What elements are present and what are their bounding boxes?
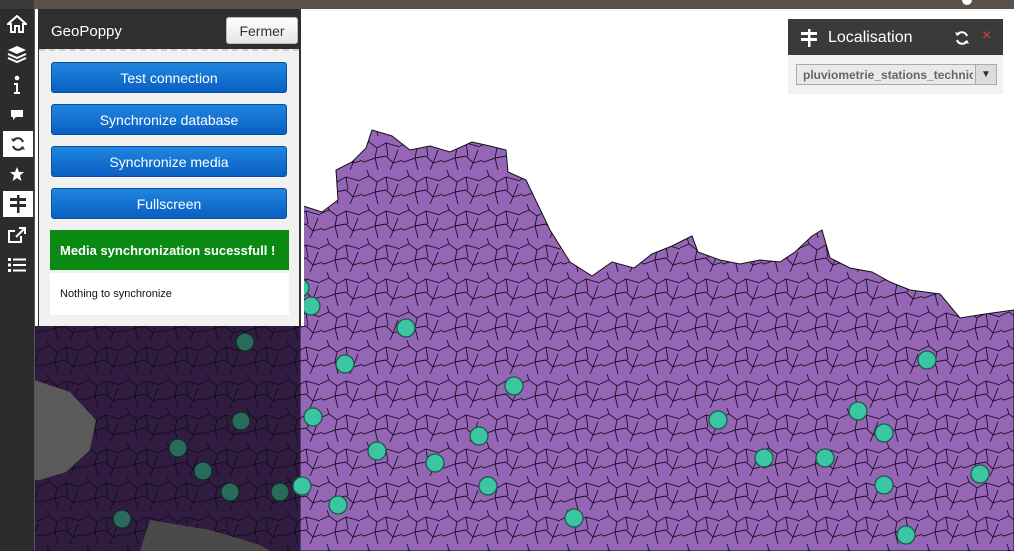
station-point[interactable] xyxy=(917,350,937,370)
comment-icon[interactable] xyxy=(3,102,31,128)
station-point[interactable] xyxy=(708,410,728,430)
synchronize-database-button[interactable]: Synchronize database xyxy=(51,104,287,135)
station-point[interactable] xyxy=(504,376,524,396)
station-point[interactable] xyxy=(896,525,916,545)
station-point[interactable] xyxy=(231,411,251,431)
station-point[interactable] xyxy=(874,475,894,495)
station-point[interactable] xyxy=(564,508,584,528)
signpost-icon[interactable] xyxy=(3,191,33,217)
fullscreen-button[interactable]: Fullscreen xyxy=(51,188,287,219)
layers-icon[interactable] xyxy=(3,41,31,67)
left-toolbar xyxy=(0,0,35,551)
station-point[interactable] xyxy=(367,441,387,461)
station-point[interactable] xyxy=(328,495,348,515)
station-point[interactable] xyxy=(301,296,321,316)
station-point[interactable] xyxy=(112,509,132,529)
station-point[interactable] xyxy=(425,453,445,473)
station-point[interactable] xyxy=(193,461,213,481)
station-point[interactable] xyxy=(220,482,240,502)
panel-body: Test connection Synchronize database Syn… xyxy=(39,49,299,326)
info-message: Nothing to synchronize xyxy=(50,273,289,315)
geopoppy-panel: GeoPoppy Fermer Test connection Synchron… xyxy=(38,9,304,326)
station-point[interactable] xyxy=(396,318,416,338)
station-point[interactable] xyxy=(754,448,774,468)
test-connection-button[interactable]: Test connection xyxy=(51,62,287,93)
synchronize-media-button[interactable]: Synchronize media xyxy=(51,146,287,177)
station-point[interactable] xyxy=(478,476,498,496)
list-icon[interactable] xyxy=(3,252,31,278)
station-point[interactable] xyxy=(235,332,255,352)
sync-icon[interactable] xyxy=(3,131,33,157)
refresh-icon[interactable] xyxy=(954,30,970,51)
localisation-dock: Localisation × pluviometrie_stations_tec… xyxy=(788,19,1003,94)
panel-title: GeoPoppy xyxy=(51,23,122,40)
success-message: Media synchronization sucessfull ! xyxy=(50,230,289,270)
close-button[interactable]: Fermer xyxy=(226,17,298,44)
station-point[interactable] xyxy=(874,423,894,443)
station-point[interactable] xyxy=(335,354,355,374)
layer-select-value: pluviometrie_stations_technicentre xyxy=(803,68,973,82)
signpost-icon xyxy=(800,28,818,53)
station-point[interactable] xyxy=(848,401,868,421)
station-point[interactable] xyxy=(292,476,312,496)
share-icon[interactable] xyxy=(3,222,31,248)
star-icon[interactable] xyxy=(3,161,31,187)
station-point[interactable] xyxy=(815,448,835,468)
station-point[interactable] xyxy=(970,464,990,484)
station-point[interactable] xyxy=(469,426,489,446)
localisation-title: Localisation xyxy=(828,29,913,46)
layer-select[interactable]: pluviometrie_stations_technicentre ▼ xyxy=(796,64,997,85)
toolbar-top-strip xyxy=(0,0,34,9)
region-polygon xyxy=(299,129,1014,551)
close-icon[interactable]: × xyxy=(982,27,991,45)
station-point[interactable] xyxy=(303,407,323,427)
station-point[interactable] xyxy=(168,438,188,458)
home-icon[interactable] xyxy=(3,11,31,37)
chevron-down-icon[interactable]: ▼ xyxy=(975,65,996,84)
localisation-header: Localisation × xyxy=(788,19,1003,55)
basemap-strip xyxy=(0,0,1014,9)
info-icon[interactable] xyxy=(3,72,31,98)
station-point[interactable] xyxy=(270,482,290,502)
